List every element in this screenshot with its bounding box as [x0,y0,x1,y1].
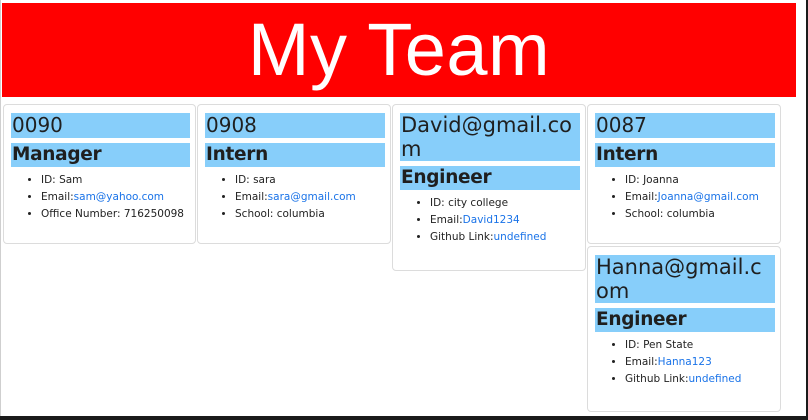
card-id-item: ID: Pen State [625,337,775,354]
card-role: Engineer [400,166,580,190]
employee-card-engineer: David@gmail.com Engineer ID: city colleg… [392,104,586,271]
window-left-edge [0,0,1,420]
card-email-item: Email:sara@gmail.com [235,189,385,206]
email-link[interactable]: Hanna123 [658,356,712,368]
school-value: columbia [666,208,715,220]
card-email-item: Email:Hanna123 [625,354,775,371]
employee-card-intern: 0087 Intern ID: Joanna Email:Joanna@gmai… [587,104,781,244]
card-email-item: Email:David1234 [430,212,580,229]
card-role: Manager [11,143,190,167]
school-value: columbia [276,208,325,220]
page-title: My Team [247,8,551,91]
github-link[interactable]: undefined [689,373,742,385]
card-role: Intern [205,143,385,167]
id-label: ID: [430,197,449,209]
card-email-item: Email:Joanna@gmail.com [625,189,775,206]
card-heading: David@gmail.com [400,113,580,161]
card-github-item: Github Link:undefined [430,229,580,246]
employee-card-manager: 0090 Manager ID: Sam Email:sam@yahoo.com… [3,104,196,244]
window-bottom-edge [0,416,808,420]
id-value: Sam [59,174,83,186]
id-value: Joanna [643,174,679,186]
school-label: School: [235,208,277,220]
card-id-item: ID: sara [235,172,385,189]
employee-card-intern: 0908 Intern ID: sara Email:sara@gmail.co… [197,104,391,244]
card-id-item: ID: Sam [41,172,190,189]
card-heading: 0090 [11,113,190,138]
card-details-list: ID: sara Email:sara@gmail.com School: co… [205,172,385,223]
id-label: ID: [41,174,60,186]
id-label: ID: [235,174,254,186]
card-email-item: Email:sam@yahoo.com [41,189,190,206]
email-link[interactable]: David1234 [463,214,520,226]
card-school-item: School: columbia [625,206,775,223]
card-office-item: Office Number: 716250098 [41,206,190,223]
employee-card-engineer: Hanna@gmail.com Engineer ID: Pen State E… [587,246,781,412]
id-value: city college [448,197,509,209]
email-label: Email: [235,191,268,203]
card-id-item: ID: Joanna [625,172,775,189]
office-value: 716250098 [123,208,184,220]
github-label: Github Link: [625,373,689,385]
card-role: Intern [595,143,775,167]
email-label: Email: [625,191,658,203]
card-heading: Hanna@gmail.com [595,255,775,303]
email-link[interactable]: sam@yahoo.com [74,191,164,203]
card-details-list: ID: Joanna Email:Joanna@gmail.com School… [595,172,775,223]
github-label: Github Link: [430,231,494,243]
card-github-item: Github Link:undefined [625,371,775,388]
id-value: Pen State [643,339,694,351]
office-label: Office Number: [41,208,124,220]
card-heading: 0087 [595,113,775,138]
card-school-item: School: columbia [235,206,385,223]
page-header: My Team [2,3,796,97]
id-label: ID: [625,174,644,186]
id-label: ID: [625,339,644,351]
card-id-item: ID: city college [430,195,580,212]
email-label: Email: [625,356,658,368]
card-heading: 0908 [205,113,385,138]
card-details-list: ID: city college Email:David1234 Github … [400,195,580,246]
email-label: Email: [41,191,74,203]
card-role: Engineer [595,308,775,332]
email-link[interactable]: Joanna@gmail.com [658,191,759,203]
school-label: School: [625,208,667,220]
email-label: Email: [430,214,463,226]
email-link[interactable]: sara@gmail.com [268,191,356,203]
id-value: sara [253,174,276,186]
github-link[interactable]: undefined [494,231,547,243]
card-details-list: ID: Sam Email:sam@yahoo.com Office Numbe… [11,172,190,223]
card-details-list: ID: Pen State Email:Hanna123 Github Link… [595,337,775,388]
